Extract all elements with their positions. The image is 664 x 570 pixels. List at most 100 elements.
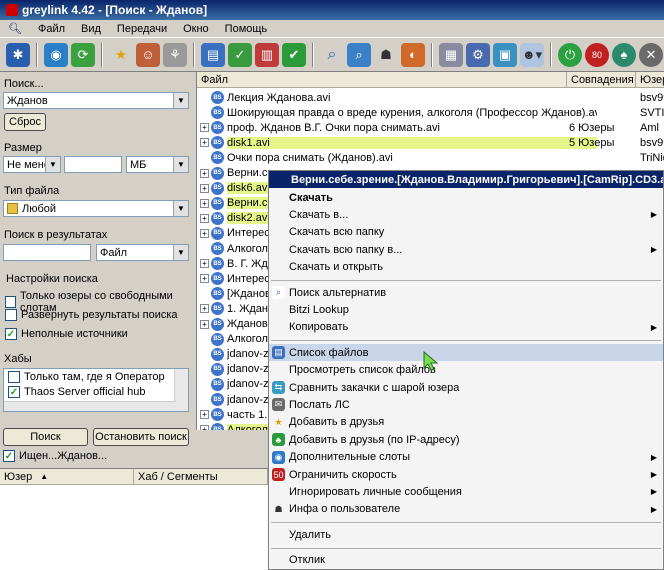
table-row[interactable]: BS Шокирующая правда о вреде курения, алк… (197, 105, 664, 120)
hub-op-only[interactable]: Только там, где я Оператор (8, 371, 165, 383)
menu-help[interactable]: Помощь (223, 22, 270, 36)
column-bottom-hub[interactable]: Хаб / Сегменты (134, 469, 268, 485)
hub-thaos[interactable]: ✓ Thaos Server official hub (8, 386, 145, 398)
palette-icon[interactable]: ◐ (401, 42, 425, 67)
column-file[interactable]: Файл (197, 72, 567, 88)
search-button[interactable]: Поиск (3, 428, 88, 446)
close-icon[interactable]: ✕ (639, 42, 663, 67)
hub-icon[interactable]: ◉ (44, 42, 68, 67)
context-menu-item[interactable]: Bitzi Lookup (269, 301, 663, 318)
checkbox[interactable] (8, 371, 20, 383)
column-user[interactable]: Юзер (636, 72, 664, 88)
context-menu-item[interactable]: ★ Добавить в друзья (269, 414, 663, 431)
expand-icon[interactable]: + (200, 425, 209, 430)
chevron-down-icon[interactable]: ▼ (173, 157, 188, 172)
queue-icon[interactable]: ▤ (201, 42, 225, 67)
expand-icon[interactable]: + (200, 138, 209, 148)
expand-icon[interactable]: + (200, 304, 209, 314)
context-menu-item[interactable]: Удалить (269, 526, 663, 543)
size-input[interactable] (64, 156, 122, 173)
reconnect-icon[interactable]: ⟳ (71, 42, 95, 67)
expand-icon[interactable]: + (200, 123, 209, 133)
search-icon[interactable]: 🔍︎ (6, 21, 24, 36)
column-matches[interactable]: Совпадения (567, 72, 636, 88)
expand-icon[interactable]: + (200, 183, 209, 193)
expand-icon[interactable]: + (200, 213, 209, 223)
context-menu-item[interactable]: Просмотреть список файлов (269, 362, 663, 379)
network-icon[interactable]: ▣ (493, 42, 517, 67)
chevron-down-icon[interactable]: ▼ (45, 157, 60, 172)
checkbox[interactable] (5, 309, 17, 321)
reset-button[interactable]: Сброс (4, 113, 46, 131)
table-row[interactable]: +BSdisk1.avi5 Юзеры bsv99 (197, 135, 664, 150)
finished-icon[interactable]: ✓ (228, 42, 252, 67)
expand-icon[interactable]: + (200, 228, 209, 238)
checkbox[interactable]: ✓ (8, 386, 20, 398)
context-menu-item[interactable]: Скачать и открыть (269, 259, 663, 276)
favorites-icon[interactable]: ★ (109, 43, 133, 67)
context-menu-item[interactable]: 50 Ограничить скорость ▶ (269, 466, 663, 483)
context-menu-item[interactable]: Игнорировать личные сообщения ▶ (269, 483, 663, 500)
context-menu-item[interactable]: Скачать всю папку (269, 224, 663, 241)
size-mode-select[interactable]: Не менее ▼ (3, 156, 61, 173)
notepad-icon[interactable]: ▦ (439, 42, 463, 67)
settings-icon[interactable]: ⚙ (466, 42, 490, 67)
context-menu-item[interactable]: ▤ Список файлов (269, 344, 663, 362)
context-menu-item[interactable]: Отклик (269, 552, 663, 569)
search-input[interactable]: Жданов ▼ (3, 92, 189, 109)
context-menu-item[interactable]: Скачать в... ▶ (269, 206, 663, 223)
menu-file[interactable]: Файл (36, 22, 67, 36)
chevron-down-icon[interactable]: ▼ (173, 93, 188, 108)
hubs-scrollbar[interactable] (174, 369, 188, 411)
speed-limit-icon[interactable]: 80 (585, 42, 609, 67)
in-results-field-select[interactable]: Файл ▼ (96, 244, 189, 261)
table-row[interactable]: BSЛекция Жданова.avi bsv99 (197, 90, 664, 105)
hubs-list[interactable]: Только там, где я Оператор ✓ Thaos Server… (3, 368, 189, 412)
menu-transfers[interactable]: Передачи (115, 22, 169, 36)
user-menu-icon[interactable]: ☻▾ (520, 42, 544, 67)
filetype-select[interactable]: Любой ▼ (3, 200, 189, 217)
expand-icon[interactable]: + (200, 410, 209, 420)
adl-icon[interactable]: ☗ (374, 43, 398, 67)
chevron-down-icon[interactable]: ▼ (173, 245, 188, 260)
context-menu-item[interactable]: ☗ Инфа о пользователе ▶ (269, 501, 663, 518)
chevron-down-icon[interactable]: ▼ (173, 201, 188, 216)
status-tab[interactable]: ✓ Ищен...Жданов... (3, 450, 107, 462)
expand-icon[interactable]: + (200, 319, 209, 329)
power-icon[interactable]: ⏻ (558, 42, 582, 67)
in-results-input[interactable] (3, 244, 91, 261)
context-menu-item[interactable]: ⌕ Поиск альтернатив (269, 284, 663, 301)
column-bottom-user[interactable]: Юзер ▲ (0, 469, 134, 485)
drop-icon[interactable]: ♠ (612, 42, 636, 67)
expand-icon[interactable]: + (200, 274, 209, 284)
context-menu-item[interactable]: ✉ Послать ЛС (269, 396, 663, 413)
option-partial-sources[interactable]: ✓ Неполные источники (5, 328, 128, 340)
table-row[interactable]: + BS проф. Жданов В.Г. Очки пора снимать.a… (197, 120, 664, 135)
context-menu-item[interactable]: ♣ Добавить в друзья (по IP-адресу) (269, 431, 663, 448)
menu-window[interactable]: Окно (181, 22, 211, 36)
spy-icon[interactable]: ⌕ (347, 42, 371, 67)
finished-uploads-icon[interactable]: ✔ (282, 42, 306, 67)
context-menu-item[interactable]: Скачать всю папку в... ▶ (269, 241, 663, 258)
expand-icon[interactable]: + (200, 198, 209, 208)
context-menu-item[interactable]: Скачать (269, 189, 663, 206)
menu-view[interactable]: Вид (79, 22, 103, 36)
context-menu-item[interactable]: ⇆ Сравнить закачки с шарой юзера (269, 379, 663, 396)
expand-icon[interactable]: + (200, 259, 209, 269)
users-list[interactable]: Юзер ▲ Хаб / Сегменты (0, 468, 268, 570)
hubs-hscrollbar[interactable] (4, 401, 176, 411)
context-menu-item[interactable]: ◉ Дополнительные слоты ▶ (269, 449, 663, 466)
search-tool-icon[interactable]: ⌕ (320, 43, 344, 67)
connect-icon[interactable]: ✱ (6, 42, 30, 67)
checkbox[interactable]: ✓ (5, 328, 17, 340)
uploads-icon[interactable]: ▥ (255, 42, 279, 67)
wizard-icon[interactable]: ⚘ (163, 42, 187, 67)
expand-icon[interactable]: + (200, 168, 209, 178)
users-icon[interactable]: ☺ (136, 42, 160, 67)
size-unit-select[interactable]: МБ ▼ (126, 156, 189, 173)
context-menu-item[interactable]: Копировать ▶ (269, 319, 663, 336)
stop-search-button[interactable]: Остановить поиск (93, 428, 189, 446)
table-row[interactable]: BSОчки пора снимать (Жданов).avi TriNidi (197, 150, 664, 165)
checkbox[interactable] (5, 296, 17, 308)
checkbox[interactable]: ✓ (3, 450, 15, 462)
